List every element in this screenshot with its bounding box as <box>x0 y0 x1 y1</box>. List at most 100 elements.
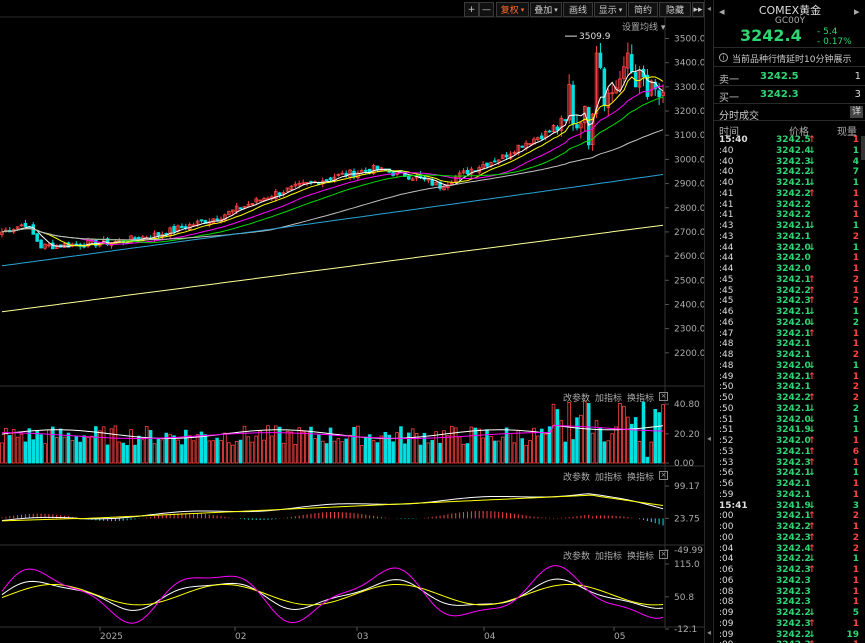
vol-add-indicator-button[interactable]: 加指标 <box>595 391 622 404</box>
fast-forward-icon[interactable]: ▸▸ <box>692 2 704 17</box>
vol-close-icon[interactable]: × <box>659 392 668 401</box>
trade-arrow-icon: ↓ <box>808 554 816 565</box>
volume-bar <box>78 441 82 464</box>
kdj-params-button[interactable]: 改参数 <box>563 549 590 562</box>
trade-volume: 1 <box>852 371 859 382</box>
fuquan-dropdown[interactable]: 复权 ▾ <box>496 2 529 17</box>
kdj-j-line <box>1 565 664 624</box>
macd-close-icon[interactable]: × <box>659 471 668 480</box>
trade-volume: 1 <box>852 554 859 565</box>
collapse-down-icon[interactable]: ◂ <box>705 628 713 637</box>
trade-arrow-icon: ↑ <box>808 274 816 285</box>
trade-volume: 1 <box>852 597 859 608</box>
volume-bar <box>203 434 208 464</box>
info-icon: i <box>719 53 728 62</box>
trade-time: :40 <box>719 156 734 167</box>
y-tick-label: 2300.00 <box>674 325 704 335</box>
macd-swap-indicator-button[interactable]: 换指标 <box>627 470 654 483</box>
vol-swap-indicator-button[interactable]: 换指标 <box>627 391 654 404</box>
trade-price: 3242.2 <box>776 608 811 618</box>
quote-header: ◂ ▸ COMEX黄金 GC00Y 3242.4 - 5.4 - 0.17% <box>714 0 865 48</box>
volume-bar <box>11 429 16 464</box>
collapse-mid-icon[interactable]: ◂ <box>705 434 713 443</box>
kdj-close-icon[interactable]: × <box>659 550 668 559</box>
volume-bar <box>583 400 587 464</box>
trade-row: :06 3242.3 ↑ 1 <box>714 565 865 576</box>
panel-splitter[interactable]: ◂ ◂ ◂ <box>704 0 712 643</box>
y-tick-label: 2600.00 <box>674 252 704 262</box>
trade-row: :50 3242.1 ↓ 2 <box>714 404 865 415</box>
volume-bar <box>86 436 90 464</box>
candle-body <box>324 179 329 181</box>
volume-bar <box>47 429 51 464</box>
tab-time-sales[interactable]: 分时成交 <box>719 107 759 122</box>
candle-body <box>563 119 568 121</box>
volume-bar <box>305 430 309 464</box>
trade-price: 3242.3 <box>776 618 811 629</box>
volume-bar <box>19 433 24 464</box>
kdj-add-indicator-button[interactable]: 加指标 <box>595 549 622 562</box>
zoom-in-button[interactable]: + <box>464 2 479 17</box>
volume-bar <box>481 437 485 464</box>
huaxian-button[interactable]: 画线 <box>563 2 593 17</box>
kline-chart-area[interactable]: 3500.00 3400.00 3300.00 3200.00 3100.00 3000.… <box>0 0 712 643</box>
trade-arrow-icon: ↓ <box>808 317 816 328</box>
settings-ma-button[interactable]: 设置均线 ▾ <box>622 20 665 33</box>
xianshi-dropdown[interactable]: 显示 ▾ <box>594 2 627 17</box>
macd-params-button[interactable]: 改参数 <box>563 470 590 483</box>
trade-volume: 5 <box>852 608 859 618</box>
volume-bar <box>324 443 329 464</box>
trade-price: 3242.1 <box>776 307 811 317</box>
trade-volume: 6 <box>852 446 859 457</box>
volume-bar <box>74 436 79 464</box>
xianshi-label: 显示 <box>598 6 617 16</box>
trade-time: :43 <box>719 231 734 242</box>
trade-arrow-icon: ↑ <box>808 285 816 296</box>
kline-chart[interactable]: 3500.00 3400.00 3300.00 3200.00 3100.00 3000.… <box>0 0 704 643</box>
peak-label: 3509.9 <box>579 32 611 42</box>
trade-time: :48 <box>719 339 734 350</box>
trade-row: :56 3242.1 ↓ 1 <box>714 468 865 479</box>
volume-bar <box>653 409 657 464</box>
trade-volume: 2 <box>852 317 859 328</box>
collapse-up-icon[interactable]: ◂ <box>705 4 713 13</box>
trade-time: :47 <box>719 328 734 339</box>
trades-scrollbar[interactable] <box>861 136 865 160</box>
yincang-button[interactable]: 隐藏 <box>659 2 691 17</box>
trade-row: :45 3242.2 ↑ 1 <box>714 286 865 297</box>
volume-bar <box>270 435 274 464</box>
trade-volume: 1 <box>852 307 859 317</box>
trade-time: :52 <box>719 436 734 446</box>
diejia-dropdown[interactable]: 叠加 ▾ <box>530 2 562 17</box>
trade-volume: 2 <box>852 231 859 242</box>
fuquan-label: 复权 <box>500 6 519 16</box>
jianyue-button[interactable]: 简约 <box>628 2 658 17</box>
trade-time: :04 <box>719 554 734 565</box>
candle-body <box>156 232 161 236</box>
macd-add-indicator-button[interactable]: 加指标 <box>595 470 622 483</box>
volume-bar <box>101 426 106 464</box>
trade-price: 3242.1 <box>776 350 811 360</box>
trade-time: :41 <box>719 210 734 221</box>
volume-bar <box>633 417 638 464</box>
volume-bar <box>618 403 622 464</box>
trade-row: :41 3242.2 1 <box>714 200 865 211</box>
y-tick-label: 2900.00 <box>674 180 704 190</box>
volume-bar <box>344 438 348 464</box>
last-price: 3242.4 <box>740 26 802 45</box>
trade-volume: 1 <box>852 489 859 500</box>
trade-price: 3242.2 <box>776 188 811 199</box>
trade-row: :40 3242.1 ↓ 1 <box>714 178 865 189</box>
volume-bar <box>543 433 548 464</box>
candle-body <box>586 107 591 146</box>
volume-bar <box>117 441 122 464</box>
zoom-out-button[interactable]: — <box>479 2 494 17</box>
trade-price: 3242.1 <box>776 468 811 479</box>
kdj-swap-indicator-button[interactable]: 换指标 <box>627 549 654 562</box>
volume-bar <box>184 429 188 464</box>
trade-volume: 1 <box>852 565 859 575</box>
vol-params-button[interactable]: 改参数 <box>563 391 590 404</box>
detail-button[interactable]: 详 <box>850 106 863 118</box>
diejia-label: 叠加 <box>534 6 553 16</box>
trade-row: :00 3242.3 ↑ 2 <box>714 533 865 544</box>
